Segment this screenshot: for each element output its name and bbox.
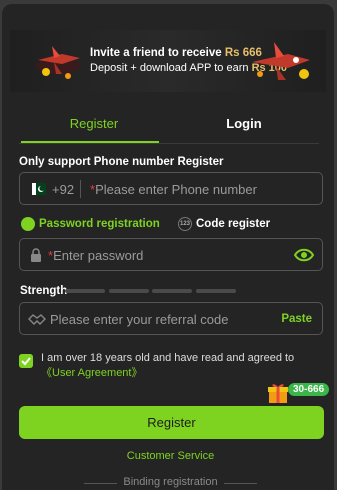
password-mode-icon [21, 217, 35, 231]
binding-registration-label: Binding registration [123, 476, 218, 488]
phone-input[interactable]: *Please enter Phone number [90, 182, 257, 197]
password-registration-option[interactable]: Password registration [21, 217, 160, 231]
password-placeholder: Enter password [53, 248, 144, 263]
gift-badge: 30-666 [288, 383, 330, 396]
strength-bar-4 [196, 289, 236, 293]
referral-field[interactable]: Please enter your referral code Paste [19, 302, 323, 335]
binding-divider-right [224, 483, 257, 484]
paste-button[interactable]: Paste [281, 313, 312, 325]
plane-left-illustration [36, 46, 80, 79]
password-mode-label: Password registration [39, 218, 160, 230]
lock-icon [31, 248, 41, 262]
agreement-text: I am over 18 years old and have read and… [41, 351, 321, 381]
code-mode-label: Code register [196, 218, 271, 230]
active-tab-indicator [21, 141, 159, 143]
pakistan-flag-icon [32, 183, 46, 195]
auth-tabs: Register Login [19, 112, 319, 146]
country-code[interactable]: +92 [52, 182, 74, 197]
banner-line-2-text: Deposit + download APP to earn [90, 62, 249, 74]
password-input[interactable]: *Enter password [48, 248, 143, 263]
code-register-option[interactable]: 123 Code register [178, 217, 270, 231]
agreement-checkbox[interactable] [19, 354, 33, 368]
banner-line-1-text: Invite a friend to receive [90, 47, 222, 59]
promo-banner[interactable]: Invite a friend to receive Rs 666 Deposi… [10, 30, 326, 92]
tab-divider [19, 143, 319, 144]
strength-bar-3 [152, 289, 192, 293]
field-separator [80, 180, 81, 198]
code-mode-icon: 123 [178, 217, 192, 231]
strength-label: Strength [20, 285, 68, 297]
phone-field[interactable]: +92 *Please enter Phone number [19, 172, 323, 205]
gift-icon[interactable] [267, 382, 289, 404]
tab-login[interactable]: Login [169, 116, 319, 131]
tab-register[interactable]: Register [19, 116, 169, 131]
register-button[interactable]: Register [19, 406, 324, 439]
phone-placeholder: Please enter Phone number [95, 182, 257, 197]
user-agreement-link[interactable]: 《User Agreement》 [41, 367, 142, 379]
customer-service-link[interactable]: Customer Service [2, 450, 334, 462]
password-field[interactable]: *Enter password [19, 238, 323, 271]
strength-bar-2 [109, 289, 149, 293]
handshake-icon [28, 314, 46, 325]
plane-right-illustration [252, 42, 310, 80]
strength-bar-1 [65, 289, 105, 293]
banner-line-1: Invite a friend to receive Rs 666 [90, 47, 262, 59]
referral-input[interactable]: Please enter your referral code [50, 312, 228, 327]
agreement-statement: I am over 18 years old and have read and… [41, 352, 295, 364]
register-modal: Invite a friend to receive Rs 666 Deposi… [2, 4, 334, 490]
support-notice: Only support Phone number Register [19, 156, 224, 168]
show-password-eye-icon[interactable] [294, 247, 314, 263]
